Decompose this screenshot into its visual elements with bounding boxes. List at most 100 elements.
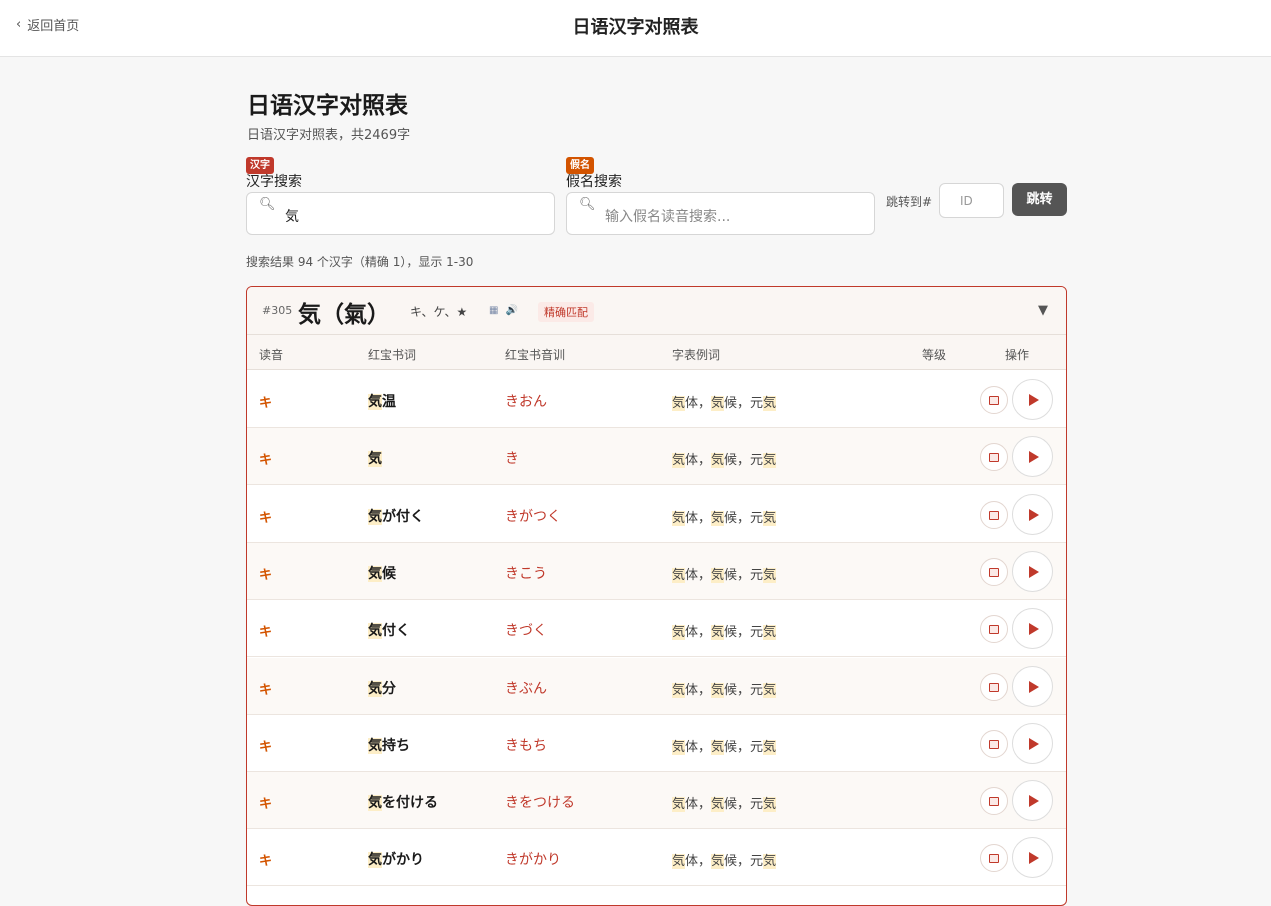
page-subtitle: 日语汉字对照表，共2469字 [247, 128, 411, 143]
table-row: キ気候 きこう 気体，気候，元気 [247, 542, 1066, 600]
play-icon [1029, 565, 1039, 578]
kanji-card: #305 気（氣） キ、ケ、★ ▦ 🔊 精确匹配 ▼ 读音 红宝书词 红宝书音训… [246, 286, 1067, 906]
play-icon [1029, 737, 1039, 750]
header-example: 字表例词 [672, 348, 721, 362]
header-level: 等级 [922, 348, 947, 362]
kana-cell: きがつく [505, 508, 561, 525]
example-highlight: 気 [672, 396, 686, 411]
word-highlight: 気 [368, 795, 382, 812]
image-icon [989, 396, 999, 405]
example-highlight: 気 [672, 739, 686, 755]
play-audio-button[interactable] [1012, 493, 1053, 535]
example-text: 体， [685, 567, 712, 583]
reading-cell: キ [259, 567, 273, 583]
word-rest: 付く [382, 623, 410, 640]
example-cell: 気体，気候，元気 [672, 449, 777, 469]
example-highlight: 気 [763, 567, 777, 583]
table-row: キ気持ち きもち 気体，気候，元気 [247, 715, 1066, 772]
word-highlight: 気 [368, 508, 382, 525]
word-cell: 気が付く [368, 506, 424, 526]
search-icon: 🔍︎ [579, 197, 596, 212]
image-button[interactable] [980, 500, 1008, 529]
example-text: 体， [685, 682, 712, 698]
kana-search-input[interactable]: 🔍︎ 输入假名读音搜索... [566, 192, 875, 235]
kanji-search-input[interactable]: 🔍︎ 気 [246, 192, 555, 235]
word-rest: が付く [382, 508, 424, 525]
example-text: 候，元 [724, 567, 764, 583]
image-button[interactable] [980, 787, 1008, 816]
example-text: 候，元 [724, 854, 764, 870]
jump-button[interactable]: 跳转 [1012, 183, 1067, 216]
word-cell: 気付く [368, 620, 410, 640]
word-rest: 温 [382, 394, 396, 410]
word-rest: 分 [382, 680, 396, 697]
word-cell: 気 [368, 448, 382, 468]
play-audio-button[interactable] [1012, 665, 1053, 707]
example-text: 候，元 [724, 396, 764, 411]
example-text: 体， [685, 625, 712, 641]
reading-cell: キ [259, 854, 273, 870]
example-highlight: 気 [672, 453, 686, 469]
play-audio-button[interactable] [1012, 436, 1053, 478]
example-highlight: 気 [711, 625, 725, 641]
kana-cell: きがかり [505, 852, 561, 869]
table-header: 读音 红宝书词 红宝书音训 字表例词 等级 操作 [247, 335, 1066, 370]
table-row: キ気温 きおん 気体，気候，元気 [247, 371, 1066, 428]
page-title: 日语汉字对照表 [572, 17, 699, 38]
play-icon [1029, 852, 1039, 865]
play-audio-button[interactable] [1012, 608, 1053, 650]
image-button[interactable] [980, 557, 1008, 586]
word-highlight: 気 [368, 451, 382, 468]
example-highlight: 気 [763, 739, 777, 755]
word-cell: 気持ち [368, 735, 410, 755]
kana-cell: きをつける [505, 795, 575, 812]
example-highlight: 気 [672, 625, 686, 641]
image-button[interactable] [980, 615, 1008, 644]
example-highlight: 気 [711, 854, 725, 870]
word-rest: を付ける [382, 795, 438, 812]
table-row: キ気分 きぶん 気体，気候，元気 [247, 657, 1066, 715]
header-yin: 读音 [259, 348, 284, 362]
header-kana: 红宝书音训 [505, 348, 566, 362]
reading-cell: キ [259, 510, 273, 526]
image-button[interactable] [980, 729, 1008, 758]
example-highlight: 気 [763, 797, 777, 813]
word-cell: 気温 [368, 391, 396, 411]
word-cell: 気候 [368, 563, 396, 583]
table-row: キ気がかり きがかり 気体，気候，元気 [247, 829, 1066, 887]
kanji-card-header[interactable]: #305 気（氣） キ、ケ、★ ▦ 🔊 精确匹配 ▼ [247, 287, 1066, 335]
example-text: 体， [685, 854, 712, 870]
image-button[interactable] [980, 672, 1008, 701]
play-icon [1029, 795, 1039, 808]
play-audio-button[interactable] [1012, 379, 1053, 420]
example-cell: 気体，気候，元気 [672, 736, 777, 755]
image-button[interactable] [980, 386, 1008, 414]
id-input[interactable]: ID [939, 183, 1004, 218]
play-audio-button[interactable] [1012, 780, 1053, 822]
example-highlight: 気 [763, 510, 777, 526]
reading-cell: キ [259, 396, 273, 411]
image-icon [989, 739, 999, 749]
example-highlight: 気 [672, 682, 686, 698]
play-audio-button[interactable] [1012, 837, 1053, 879]
play-audio-button[interactable] [1012, 550, 1053, 592]
example-highlight: 気 [711, 739, 725, 755]
kanji-title: 気（氣） [298, 302, 390, 328]
image-button[interactable] [980, 844, 1008, 873]
example-text: 候，元 [724, 739, 764, 755]
kanji-id: #305 [262, 304, 293, 317]
table-row: キ気を付ける きをつける 気体，気候，元気 [247, 772, 1066, 830]
example-text: 候，元 [724, 625, 764, 641]
collapse-icon[interactable]: ▼ [1038, 303, 1048, 318]
example-text: 体， [685, 453, 712, 469]
word-cell: 気がかり [368, 849, 424, 869]
play-audio-button[interactable] [1012, 722, 1053, 764]
word-highlight: 気 [368, 394, 382, 410]
example-highlight: 気 [711, 396, 725, 411]
kana-cell: きおん [505, 394, 547, 410]
kanji-search-value: 気 [285, 209, 299, 225]
example-highlight: 気 [672, 854, 686, 870]
kana-search-placeholder: 输入假名读音搜索... [605, 209, 731, 225]
kana-cell: きづく [505, 623, 547, 640]
image-button[interactable] [980, 443, 1008, 472]
